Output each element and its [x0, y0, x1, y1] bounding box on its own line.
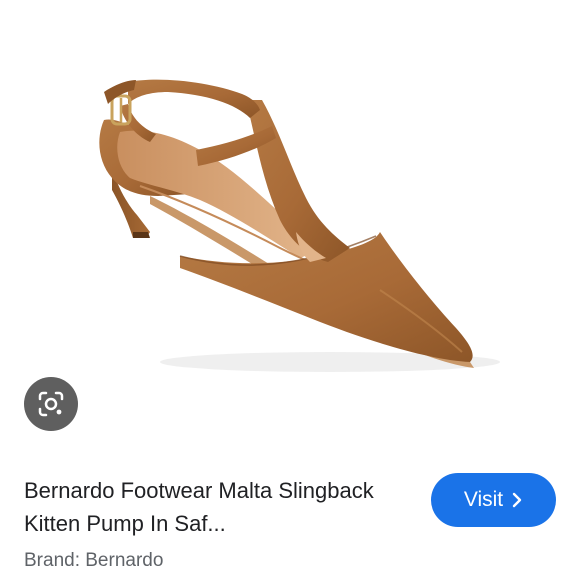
shoe-illustration: [99, 79, 500, 372]
visit-button-label: Visit: [463, 488, 504, 511]
product-card: Bernardo Footwear Malta Slingback Kitten…: [0, 0, 580, 580]
chevron-right-icon: [511, 492, 523, 508]
product-title[interactable]: Bernardo Footwear Malta Slingback Kitten…: [24, 474, 424, 540]
lens-search-icon: [38, 391, 64, 417]
visit-button[interactable]: Visit: [431, 473, 556, 527]
lens-search-button[interactable]: [24, 377, 78, 431]
product-image[interactable]: [0, 0, 580, 450]
brand-label: Brand: Bernardo: [24, 550, 164, 571]
